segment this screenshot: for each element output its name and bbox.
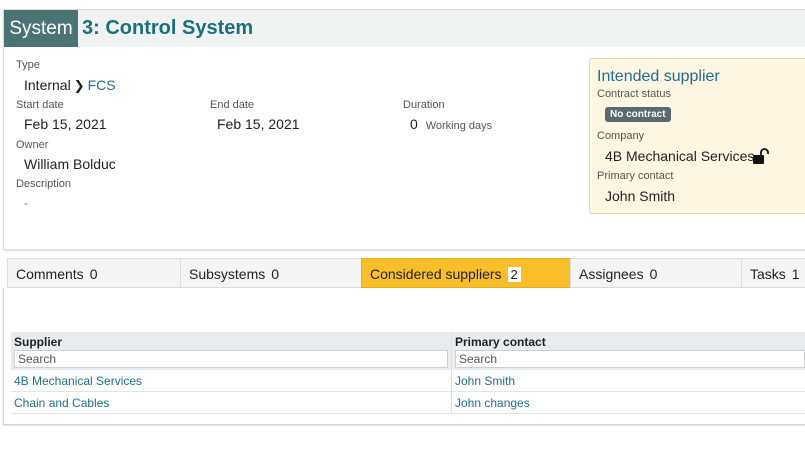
contact-link[interactable]: John changes [455, 396, 530, 410]
tab-label: Comments [16, 266, 84, 282]
duration-number: 0 [410, 116, 418, 132]
intended-supplier-title: Intended supplier [597, 68, 720, 85]
duration-label: Duration [403, 99, 445, 111]
description-value: - [24, 196, 28, 210]
tab-count: 0 [649, 266, 658, 282]
tab-comments[interactable]: Comments 0 [7, 258, 181, 288]
type-value: Internal ❯ FCS [24, 77, 116, 94]
tab-considered-suppliers[interactable]: Considered suppliers 2 [361, 258, 571, 288]
primary-contact-value: John Smith [605, 188, 676, 204]
unlocked-padlock-icon[interactable] [752, 148, 770, 164]
primary-contact-search-input[interactable] [455, 350, 805, 368]
title-bar: System 3: Control System [4, 10, 805, 47]
supplier-link[interactable]: Chain and Cables [14, 396, 109, 410]
intended-supplier-panel: Intended supplier Contract status No con… [589, 58, 805, 214]
start-date-label: Start date [16, 99, 64, 111]
start-date-value: Feb 15, 2021 [24, 116, 107, 132]
owner-link[interactable]: William Bolduc [24, 156, 116, 172]
tab-label: Assignees [579, 266, 644, 282]
owner-label: Owner [16, 139, 49, 151]
type-child-link[interactable]: FCS [88, 77, 116, 93]
type-parent: Internal [24, 77, 71, 93]
supplier-column-header: Supplier [11, 332, 451, 370]
tab-count: 0 [89, 266, 98, 282]
contract-status-label: Contract status [597, 88, 671, 100]
chevron-right-icon: ❯ [73, 78, 85, 93]
table-row: Chain and Cables John changes [11, 392, 805, 414]
tab-label: Subsystems [189, 266, 266, 282]
tab-count: 2 [507, 267, 521, 282]
primary-contact-label: Primary contact [597, 170, 674, 182]
page-title: 3: Control System [82, 17, 254, 39]
duration-unit: Working days [425, 120, 493, 132]
contract-status-badge: No contract [605, 107, 671, 122]
tab-label: Considered suppliers [370, 266, 502, 282]
end-date-label: End date [210, 99, 255, 111]
supplier-link[interactable]: 4B Mechanical Services [14, 374, 142, 388]
contact-link[interactable]: John Smith [455, 374, 515, 388]
end-date-value: Feb 15, 2021 [217, 116, 300, 132]
primary-contact-column-header: Primary contact [452, 332, 805, 370]
type-label: Type [16, 59, 40, 71]
company-link[interactable]: 4B Mechanical Services [605, 148, 754, 164]
column-divider [451, 332, 452, 414]
description-label: Description [16, 178, 72, 190]
tab-label: Tasks [750, 266, 786, 282]
supplier-header-label: Supplier [14, 335, 63, 349]
tab-count: 1 [791, 266, 800, 282]
table-row: 4B Mechanical Services John Smith [11, 370, 805, 392]
supplier-search-input[interactable] [14, 350, 448, 368]
tab-assignees[interactable]: Assignees 0 [570, 258, 742, 288]
system-badge: System [4, 10, 78, 47]
primary-contact-header-label: Primary contact [455, 335, 546, 349]
company-label: Company [597, 130, 645, 142]
tab-tasks[interactable]: Tasks 1 [741, 258, 805, 288]
tab-bar: Comments 0 Subsystems 0 Considered supplie… [7, 258, 805, 288]
tab-subsystems[interactable]: Subsystems 0 [180, 258, 362, 288]
tab-count: 0 [271, 266, 280, 282]
duration-value: 0 Working days [410, 116, 492, 132]
